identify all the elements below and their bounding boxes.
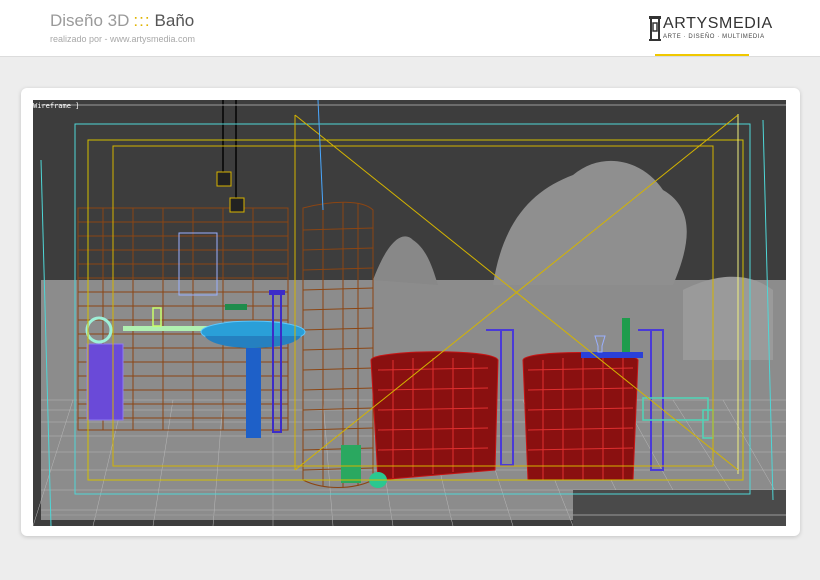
logo-tagline: ARTE · DISEÑO · MULTIMEDIA <box>663 34 765 40</box>
pendant-lights <box>216 100 245 213</box>
title-prefix: Diseño 3D <box>50 11 130 30</box>
wireframe-viewport[interactable]: Wireframe ] <box>33 100 786 526</box>
page-header: Diseño 3D::: Baño realizado por - www.art… <box>0 0 820 57</box>
floor-shadow <box>573 490 786 526</box>
bush-silhouette <box>373 236 438 285</box>
bathtub-left <box>370 351 499 481</box>
artysmedia-logo-icon <box>649 16 661 41</box>
viewport-label: Wireframe ] <box>33 102 80 110</box>
logo-name: ARTYSMEDIA <box>663 15 773 32</box>
title-separator: ::: <box>133 11 151 30</box>
page-subtitle: realizado por - www.artysmedia.com <box>50 34 196 44</box>
logo-underline <box>655 54 749 56</box>
title-subject: Baño <box>154 11 195 30</box>
bush-right <box>683 276 773 360</box>
page-title: Diseño 3D::: Baño <box>50 11 194 31</box>
scene-wireframe <box>33 100 786 526</box>
bathtub-right <box>522 352 639 481</box>
brand-logo[interactable]: ARTYSMEDIA ARTE · DISEÑO · MULTIMEDIA <box>648 14 772 46</box>
